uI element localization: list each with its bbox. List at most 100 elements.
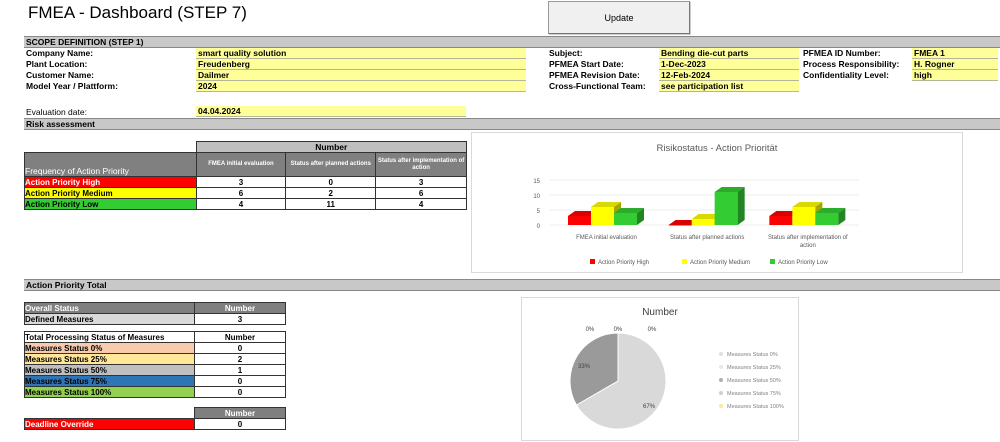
bar-legend-item: Action Priority Low xyxy=(770,259,828,266)
svg-text:Measures Status 25%: Measures Status 25% xyxy=(727,365,781,371)
col-header-initial: FMEA initial evaluation xyxy=(195,152,287,177)
row-label-low: Action Priority Low xyxy=(24,198,197,210)
svg-text:Action Priority Low: Action Priority Low xyxy=(778,260,828,266)
measures-pie-chart[interactable]: Number 0% 67% 33% 0% 0% Measures Status 0% Mea… xyxy=(521,297,799,441)
customer-label: Customer Name: xyxy=(26,70,95,80)
bar-legend-item: Action Priority High xyxy=(590,259,649,266)
evaluation-date-field[interactable]: 04.04.2024 xyxy=(196,106,466,117)
processing-status-table: Total Processing Status of Measures Numb… xyxy=(24,331,286,398)
revision-date-label: PFMEA Revision Date: xyxy=(549,70,640,80)
start-date-label: PFMEA Start Date: xyxy=(549,59,624,69)
processing-header: Total Processing Status of Measures xyxy=(24,331,195,343)
bar-y-tick-label: 10 xyxy=(533,194,540,200)
risk-bar-chart-svg: Risikostatus - Action Priorität 0 5 10 15 FM… xyxy=(533,143,859,266)
team-field[interactable]: see participation list xyxy=(659,81,799,92)
col-header-planned: Status after planned actions xyxy=(285,152,377,177)
status-100-label: Measures Status 100% xyxy=(24,386,195,398)
model-label: Model Year / Plattform: xyxy=(26,81,118,91)
bar-legend-item: Action Priority Medium xyxy=(682,259,750,266)
status-0-label: Measures Status 0% xyxy=(24,342,195,354)
row-label-high: Action Priority High xyxy=(24,176,197,188)
bar-category-label: Status after planned actions xyxy=(670,235,744,241)
pie-percent-label: 0% xyxy=(586,327,595,333)
pfmea-id-label: PFMEA ID Number: xyxy=(803,48,881,58)
bar-0-2 xyxy=(614,208,644,225)
plant-field[interactable]: Freudenberg xyxy=(196,59,526,70)
defined-measures-value: 3 xyxy=(194,313,286,325)
bar-y-tick-label: 0 xyxy=(537,224,541,230)
scope-section-header: SCOPE DEFINITION (STEP 1) xyxy=(24,36,1000,48)
responsibility-label: Process Responsibility: xyxy=(803,59,900,69)
status-25-label: Measures Status 25% xyxy=(24,353,195,365)
overall-status-header: Overall Status xyxy=(24,302,195,314)
pie-percent-label: 0% xyxy=(614,327,623,333)
cell-low-planned: 11 xyxy=(285,198,377,210)
cell-high-planned: 0 xyxy=(285,176,377,188)
bar-chart-title: Risikostatus - Action Priorität xyxy=(657,143,778,154)
page-title: FMEA - Dashboard (STEP 7) xyxy=(28,3,247,22)
deadline-override-value: 0 xyxy=(194,418,286,430)
update-button[interactable]: Update xyxy=(548,1,690,34)
status-50-label: Measures Status 50% xyxy=(24,364,195,376)
cell-high-implemented: 3 xyxy=(375,176,467,188)
processing-number-header: Number xyxy=(194,331,286,343)
status-75-label: Measures Status 75% xyxy=(24,375,195,387)
risk-number-header: Number xyxy=(195,141,468,153)
svg-text:Action Priority Medium: Action Priority Medium xyxy=(690,260,750,266)
measures-pie-chart-svg: Number 0% 67% 33% 0% 0% Measures Status 0% Mea… xyxy=(569,307,784,430)
pie-chart-title: Number xyxy=(642,307,678,318)
pie-legend-item: Measures Status 100% xyxy=(719,404,784,410)
plant-label: Plant Location: xyxy=(26,59,88,69)
cell-medium-planned: 2 xyxy=(285,187,377,199)
status-100-value: 0 xyxy=(194,386,286,398)
row-label-medium: Action Priority Medium xyxy=(24,187,197,199)
risk-table: Number Frequency of Action Priority FMEA… xyxy=(24,141,468,210)
svg-text:Measures Status 50%: Measures Status 50% xyxy=(727,378,781,384)
company-label: Company Name: xyxy=(26,48,94,58)
svg-text:Action Priority High: Action Priority High xyxy=(598,260,649,266)
risk-section-header: Risk assessment xyxy=(24,118,1000,130)
status-0-value: 0 xyxy=(194,342,286,354)
priority-total-section-header: Action Priority Total xyxy=(24,279,1000,291)
deadline-number-header: Number xyxy=(194,407,286,419)
svg-text:Measures Status 75%: Measures Status 75% xyxy=(727,391,781,397)
pie-legend-item: Measures Status 0% xyxy=(719,352,778,358)
bar-category-label: FMEA initial evaluation xyxy=(576,235,637,241)
cell-high-initial: 3 xyxy=(195,176,287,188)
responsibility-field[interactable]: H. Rogner xyxy=(912,59,998,70)
overall-number-header: Number xyxy=(194,302,286,314)
cell-low-implemented: 4 xyxy=(375,198,467,210)
model-field[interactable]: 2024 xyxy=(196,81,526,92)
confidentiality-label: Confidentiality Level: xyxy=(803,70,889,80)
pie-percent-label: 67% xyxy=(643,404,656,410)
customer-field[interactable]: Dailmer xyxy=(196,70,526,81)
col-header-implemented: Status after implementation of action xyxy=(375,152,467,177)
deadline-table: Number Deadline Override 0 xyxy=(24,407,286,430)
subject-label: Subject: xyxy=(549,48,583,58)
deadline-override-label: Deadline Override xyxy=(24,418,195,430)
cell-low-initial: 4 xyxy=(195,198,287,210)
pie-legend-item: Measures Status 50% xyxy=(719,378,781,384)
bar-y-tick-label: 15 xyxy=(533,179,540,185)
pie-legend-item: Measures Status 25% xyxy=(719,365,781,371)
cell-medium-implemented: 6 xyxy=(375,187,467,199)
bar-2-2 xyxy=(815,208,846,225)
start-date-field[interactable]: 1-Dec-2023 xyxy=(659,59,799,70)
overall-status-table: Overall Status Number Defined Measures 3 xyxy=(24,302,286,325)
status-75-value: 0 xyxy=(194,375,286,387)
risk-bar-chart[interactable]: Risikostatus - Action Priorität 0 5 10 15 FM… xyxy=(471,132,963,273)
subject-field[interactable]: Bending die-cut parts xyxy=(659,48,799,59)
company-field[interactable]: smart quality solution xyxy=(196,48,526,59)
frequency-header: Frequency of Action Priority xyxy=(24,152,197,177)
defined-measures-label: Defined Measures xyxy=(24,313,195,325)
pfmea-id-field[interactable]: FMEA 1 xyxy=(912,48,998,59)
confidentiality-field[interactable]: high xyxy=(912,70,998,81)
status-25-value: 2 xyxy=(194,353,286,365)
pie-percent-label: 33% xyxy=(578,364,591,370)
cell-medium-initial: 6 xyxy=(195,187,287,199)
team-label: Cross-Functional Team: xyxy=(549,81,646,91)
revision-date-field[interactable]: 12-Feb-2024 xyxy=(659,70,799,81)
bar-category-label: Status after implementation of action xyxy=(768,235,848,249)
bar-1-2 xyxy=(714,187,745,225)
pie-legend-item: Measures Status 75% xyxy=(719,391,781,397)
